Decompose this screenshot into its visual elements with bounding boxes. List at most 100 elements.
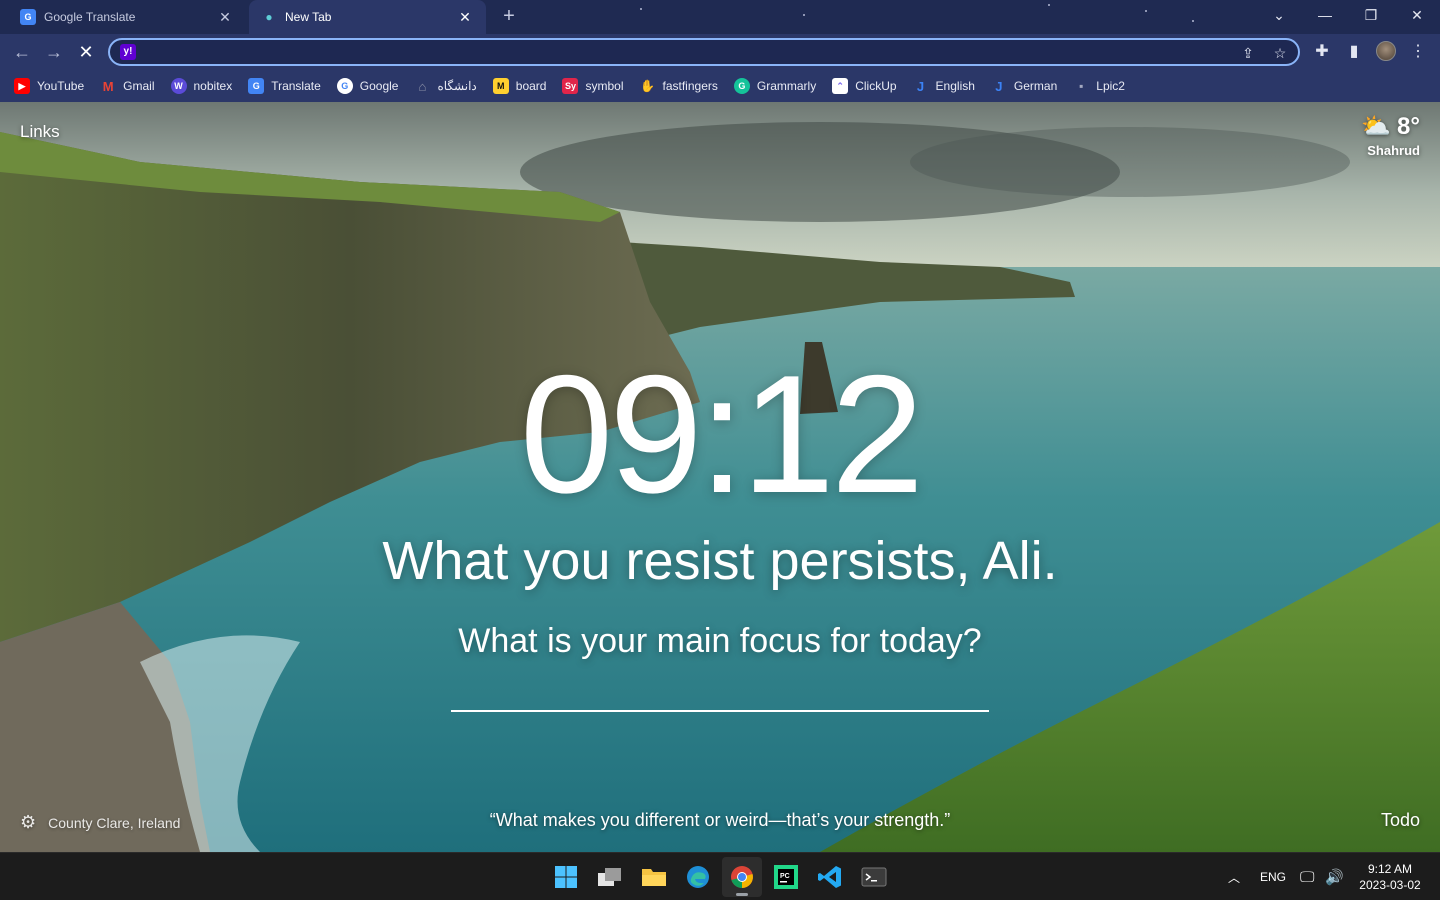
minimize-button[interactable]: — — [1302, 0, 1348, 30]
close-tab-icon[interactable]: ✕ — [456, 9, 474, 26]
bookmark-board[interactable]: M board — [492, 78, 547, 94]
start-icon[interactable] — [546, 857, 586, 897]
bookmark-grammarly[interactable]: G Grammarly — [733, 78, 817, 94]
pycharm-icon[interactable]: PC — [766, 857, 806, 897]
fastfingers-icon: ✋ — [640, 79, 655, 93]
bookmark-label: symbol — [585, 79, 624, 93]
tab-title: New Tab — [285, 10, 332, 24]
stop-loading-button[interactable]: ✕ — [74, 40, 98, 64]
todo-button[interactable]: Todo — [1381, 810, 1420, 831]
close-tab-icon[interactable]: ✕ — [216, 9, 234, 26]
bookmark-label: Translate — [271, 79, 321, 93]
language-indicator[interactable]: ENG — [1260, 853, 1286, 900]
task-view-icon[interactable] — [590, 857, 630, 897]
chrome-icon[interactable] — [722, 857, 762, 897]
settings-gear-icon[interactable]: ⚙ — [20, 812, 36, 833]
bookmark-gmail[interactable]: M Gmail — [100, 78, 155, 94]
close-window-button[interactable]: ✕ — [1394, 0, 1440, 30]
google-icon: G — [336, 78, 353, 94]
forward-button[interactable]: → — [42, 40, 66, 64]
file-explorer-icon[interactable] — [634, 857, 674, 897]
symbol-icon: Sy — [562, 78, 579, 94]
bookmark-fastfingers[interactable]: ✋ fastfingers — [640, 78, 718, 94]
extensions-puzzle-icon[interactable]: ✚ — [1310, 40, 1334, 64]
svg-text:PC: PC — [780, 873, 790, 880]
address-input[interactable] — [144, 43, 1224, 61]
bookmark-label: Grammarly — [756, 79, 817, 93]
tab-search-chevron-icon[interactable]: ⌄ — [1256, 0, 1302, 30]
profile-avatar[interactable] — [1376, 41, 1396, 61]
background-star — [640, 8, 642, 10]
bookmark-label: board — [515, 79, 547, 93]
bookmark-label: Gmail — [123, 79, 155, 93]
daily-quote[interactable]: “What makes you different or weird—that’… — [490, 810, 951, 830]
google-translate-icon: G — [248, 78, 265, 94]
share-icon[interactable]: ⇪ — [1238, 43, 1258, 63]
address-bar[interactable]: y! ⇪ ☆ — [108, 38, 1300, 66]
terminal-icon[interactable] — [854, 857, 894, 897]
bookmark-label: English — [935, 79, 975, 93]
running-indicator — [736, 893, 748, 896]
system-date: 2023-03-02 — [1359, 878, 1421, 892]
title-bar: G Google Translate ✕ ● New Tab ✕ + ⌄ — ❐… — [0, 0, 1440, 34]
system-time: 9:12 AM — [1367, 862, 1413, 876]
edge-icon[interactable] — [678, 857, 718, 897]
background-star — [1048, 4, 1050, 6]
bookmark-university[interactable]: ⌂ دانشگاه — [414, 78, 477, 94]
miro-icon: M — [492, 78, 509, 94]
english-icon: J — [916, 78, 925, 94]
greeting: What you resist persists, Ali. — [382, 531, 1058, 591]
bookmark-label: Google — [359, 79, 399, 93]
bookmark-english[interactable]: J English — [913, 78, 975, 94]
german-icon: J — [995, 78, 1003, 94]
clock: 09:12 — [519, 340, 924, 528]
focus-input[interactable] — [451, 672, 989, 712]
bookmark-clickup[interactable]: ⌃ ClickUp — [832, 78, 897, 94]
network-icon[interactable]: 🖵 — [1300, 853, 1314, 900]
background-star — [1192, 20, 1194, 22]
bookmark-google[interactable]: G Google — [336, 78, 399, 94]
show-hidden-icons-chevron-icon[interactable]: ︿ — [1228, 853, 1240, 900]
momentum-dashboard: Links ⛅ 8° Shahrud 09:12 What you resist… — [0, 102, 1440, 852]
tab-google-translate[interactable]: G Google Translate ✕ — [8, 0, 246, 34]
bookmark-label: nobitex — [193, 79, 233, 93]
bookmark-symbol[interactable]: Sy symbol — [562, 78, 624, 94]
focus-question: What is your main focus for today? — [458, 622, 982, 660]
bookmark-star-icon[interactable]: ☆ — [1270, 43, 1290, 63]
weather-temperature: 8° — [1397, 112, 1420, 140]
restore-button[interactable]: ❐ — [1348, 0, 1394, 30]
weather-location: Shahrud — [1367, 143, 1420, 158]
vscode-icon[interactable] — [810, 857, 850, 897]
background-star — [803, 14, 805, 16]
clickup-icon: ⌃ — [832, 78, 849, 94]
bookmark-label: German — [1013, 79, 1058, 93]
chrome-menu-icon[interactable]: ⋮ — [1406, 40, 1430, 64]
photo-location: County Clare, Ireland — [48, 814, 181, 831]
bookmark-lpic2[interactable]: ▪ Lpic2 — [1073, 78, 1125, 94]
bookmark-label: YouTube — [37, 79, 85, 93]
bookmark-label: fastfingers — [662, 79, 718, 93]
browser-toolbar: ← → ✕ y! ⇪ ☆ ✚ ▮ ⋮ — [0, 34, 1440, 70]
bookmark-youtube[interactable]: ▶ YouTube — [14, 78, 84, 94]
bookmark-german[interactable]: J German — [991, 78, 1057, 94]
bookmark-label: دانشگاه — [437, 79, 477, 93]
volume-icon[interactable]: 🔊 — [1325, 853, 1344, 900]
bookmark-translate[interactable]: G Translate — [248, 78, 321, 94]
taskbar: PC ︿ ENG 🖵 🔊 9:12 AM 2023-03-02 — [0, 852, 1440, 900]
google-translate-icon: G — [20, 9, 36, 25]
bookmarks-bar: ▶ YouTube M Gmail W nobitex G Translate … — [0, 70, 1440, 102]
nobitex-icon: W — [170, 78, 187, 94]
bookmark-nobitex[interactable]: W nobitex — [170, 78, 233, 94]
momentum-icon: ● — [265, 10, 273, 24]
new-tab-button[interactable]: + — [498, 6, 520, 28]
photo-info[interactable]: ⚙ County Clare, Ireland — [20, 812, 180, 833]
gmail-icon: M — [102, 78, 114, 94]
tab-new-tab[interactable]: ● New Tab ✕ — [249, 0, 486, 34]
system-clock[interactable]: 9:12 AM 2023-03-02 — [1352, 861, 1428, 893]
side-panel-icon[interactable]: ▮ — [1342, 40, 1366, 64]
links-button[interactable]: Links — [20, 122, 60, 142]
tab-title: Google Translate — [44, 10, 136, 24]
university-icon: ⌂ — [418, 78, 427, 94]
back-button[interactable]: ← — [10, 40, 34, 64]
weather-widget[interactable]: ⛅ 8° Shahrud — [1361, 112, 1420, 159]
